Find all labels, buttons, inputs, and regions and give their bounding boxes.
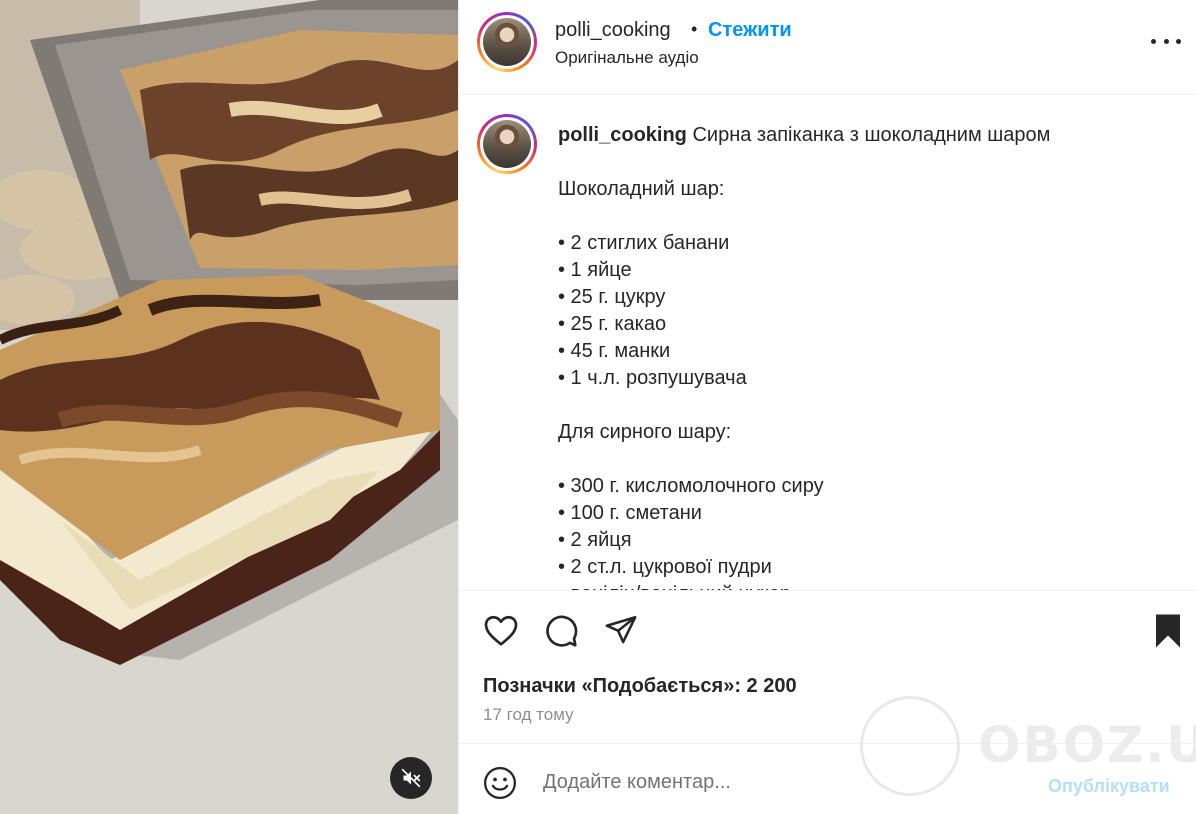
caption-line: • 45 г. манки	[558, 340, 671, 362]
caption-line	[558, 446, 1178, 473]
caption-line: • 25 г. цукру	[558, 286, 666, 308]
caption-line: • 2 яйця	[558, 529, 632, 551]
post-details-panel: polli_cooking • Стежити Оригінальне ауді…	[458, 0, 1196, 814]
follow-button[interactable]: Стежити	[708, 19, 792, 42]
caption-line: • ванілін/ванільний цукор	[558, 581, 1178, 590]
caption-line: • 300 г. кисломолочного сиру	[558, 475, 824, 497]
caption-line: Для сирного шару:	[558, 421, 732, 443]
comment-bubble-icon[interactable]	[543, 613, 579, 649]
author-username[interactable]: polli_cooking	[555, 19, 671, 42]
avatar-image	[483, 120, 531, 168]
caption-line: • 1 ч.л. розпушувача	[558, 367, 747, 389]
smiley-icon[interactable]	[483, 766, 517, 800]
caption-line: • 2 стиглих банани	[558, 232, 730, 254]
caption-line	[558, 392, 1178, 419]
author-avatar[interactable]	[477, 12, 537, 72]
caption-author-avatar[interactable]	[477, 114, 537, 174]
caption-line: • 100 г. сметани	[558, 502, 702, 524]
caption-line	[558, 149, 1178, 176]
audio-link[interactable]: Оригінальне аудіо	[555, 48, 699, 68]
post-header: polli_cooking • Стежити Оригінальне ауді…	[459, 0, 1196, 95]
post-media[interactable]	[0, 0, 458, 814]
post-actions: Позначки «Подобається»: 2 200 17 год том…	[459, 590, 1196, 744]
post-timestamp[interactable]: 17 год тому	[483, 705, 574, 725]
likes-count[interactable]: Позначки «Подобається»: 2 200	[483, 675, 797, 698]
bookmark-icon[interactable]	[1153, 613, 1183, 649]
heart-icon[interactable]	[483, 613, 519, 647]
caption-line: • 25 г. какао	[558, 313, 667, 335]
paper-plane-icon[interactable]	[603, 613, 639, 647]
caption-line: • 2 ст.л. цукрової пудри	[558, 556, 772, 578]
caption-text: polli_cooking Сирна запіканка з шоколадн…	[558, 122, 1178, 590]
casserole-photo	[0, 0, 458, 814]
caption-line	[558, 203, 1178, 230]
comment-input[interactable]	[543, 767, 1003, 797]
more-options-icon	[1151, 38, 1156, 44]
mute-toggle-button[interactable]	[390, 757, 432, 799]
caption-area[interactable]: polli_cooking Сирна запіканка з шоколадн…	[459, 96, 1196, 590]
caption-title: Сирна запіканка з шоколадним шаром	[692, 124, 1051, 146]
avatar-image	[483, 18, 531, 66]
caption-line: • 1 яйце	[558, 259, 632, 281]
more-options-button[interactable]	[1151, 31, 1181, 51]
separator-dot: •	[691, 19, 698, 39]
caption-username[interactable]: polli_cooking	[558, 124, 687, 146]
caption-line: Шоколадний шар:	[558, 178, 725, 200]
publish-button[interactable]: Опублікувати	[1048, 776, 1170, 797]
speaker-muted-icon	[401, 768, 421, 788]
